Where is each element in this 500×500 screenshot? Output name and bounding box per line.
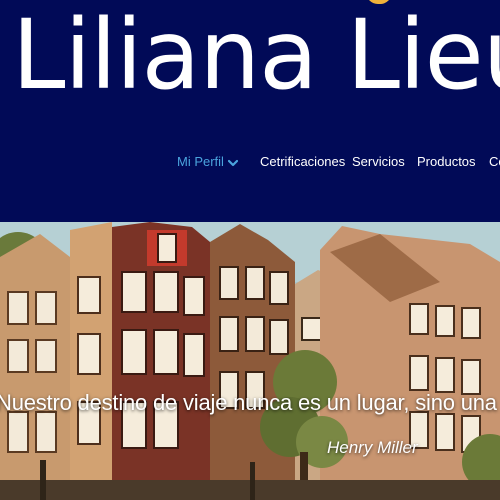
nav-item-label: Mi Perfil — [177, 154, 224, 169]
nav-item-certificaciones[interactable]: Cetrificaciones — [260, 152, 345, 172]
hero-quote: Nuestro destino de viaje nunca es un lug… — [0, 390, 500, 415]
nav-item-productos[interactable]: Productos — [417, 152, 476, 172]
nav-item-servicios[interactable]: Servicios — [352, 152, 405, 172]
nav-item-label: Co — [489, 154, 500, 169]
site-header: Liliana Lieu Mi Perfil Cetrificaciones S… — [0, 0, 500, 222]
hero-quote-author: Henry Miller — [327, 438, 418, 457]
chevron-down-icon — [227, 159, 238, 166]
hero-banner: Nuestro destino de viaje nunca es un lug… — [0, 222, 500, 500]
nav-item-label: Servicios — [352, 154, 405, 169]
nav-item-mi-perfil[interactable]: Mi Perfil — [177, 152, 238, 172]
nav-item-label: Productos — [417, 154, 476, 169]
nav-item-contacto[interactable]: Co — [489, 152, 500, 172]
nav-item-label: Cetrificaciones — [260, 154, 346, 169]
hero-background-image — [0, 222, 500, 500]
site-logo[interactable]: Liliana Lieu — [12, 2, 500, 108]
main-nav: Mi Perfil Cetrificaciones Servicios Prod… — [0, 152, 500, 172]
